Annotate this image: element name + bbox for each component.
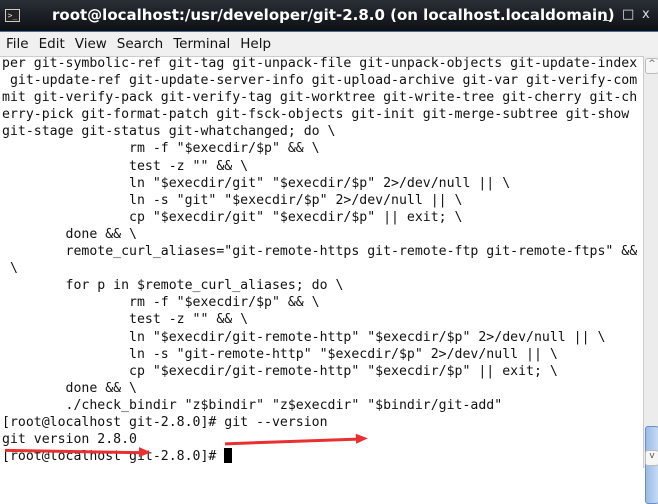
terminal-line: test -z "" && \ (2, 312, 249, 328)
terminal-line: done && \ (2, 380, 137, 396)
terminal-icon: >_ (5, 9, 20, 22)
terminal-line: ./check_bindir "z$bindir" "z$execdir" "$… (2, 397, 503, 413)
terminal-line: rm -f "$execdir/$p" && \ (2, 295, 320, 311)
terminal-line: erry-pick git-format-patch git-fsck-obje… (2, 107, 630, 123)
terminal-line: git-stage git-status git-whatchanged; do… (2, 124, 336, 140)
close-button[interactable]: x (642, 7, 650, 22)
maximize-button[interactable]: □ (622, 7, 634, 22)
cursor (224, 448, 233, 464)
window-title: root@localhost:/usr/developer/git-2.8.0 … (52, 6, 615, 24)
terminal-line: cp "$execdir/git" "$execdir/$p" || exit;… (2, 209, 463, 225)
terminal-output[interactable]: per git-symbolic-ref git-tag git-unpack-… (2, 55, 642, 468)
menu-file[interactable]: File (0, 32, 33, 52)
menu-bar: File Edit View Search Terminal Help (0, 32, 658, 57)
menu-edit[interactable]: Edit (33, 32, 69, 52)
menu-terminal[interactable]: Terminal (167, 32, 234, 52)
terminal-line: done && \ (2, 226, 137, 242)
terminal-line: ln -s "git-remote-http" "$execdir/$p" 2>… (2, 346, 558, 362)
terminal-line: rm -f "$execdir/$p" && \ (2, 141, 320, 157)
terminal-line: cp "$execdir/git-remote-http" "$execdir/… (2, 363, 558, 379)
terminal-line: \ (2, 261, 18, 277)
scroll-down-icon[interactable]: v (645, 450, 658, 466)
terminal-line: ln "$execdir/git-remote-http" "$execdir/… (2, 329, 606, 345)
menu-help[interactable]: Help (234, 32, 275, 52)
terminal-line: per git-symbolic-ref git-tag git-unpack-… (2, 56, 638, 71)
menu-view[interactable]: View (69, 32, 111, 52)
terminal-line: mit git-verify-pack git-verify-tag git-w… (2, 90, 638, 106)
terminal-line: git-update-ref git-update-server-info gi… (2, 73, 638, 89)
terminal-line: [root@localhost git-2.8.0]# git --versio… (2, 414, 328, 430)
title-bar: >_ root@localhost:/usr/developer/git-2.8… (0, 0, 658, 32)
scroll-up-icon[interactable]: ^ (645, 58, 658, 74)
terminal-line: remote_curl_aliases="git-remote-https gi… (2, 244, 638, 260)
terminal-line: ln "$execdir/git" "$execdir/$p" 2>/dev/n… (2, 175, 511, 191)
scrollbar[interactable]: ^ v (643, 56, 658, 504)
terminal-line: ln -s "git" "$execdir/$p" 2>/dev/null ||… (2, 192, 463, 208)
menu-search[interactable]: Search (111, 32, 167, 52)
terminal-line: for p in $remote_curl_aliases; do \ (2, 278, 344, 294)
terminal-line: test -z "" && \ (2, 158, 249, 174)
minimize-button[interactable]: _ (603, 7, 610, 22)
